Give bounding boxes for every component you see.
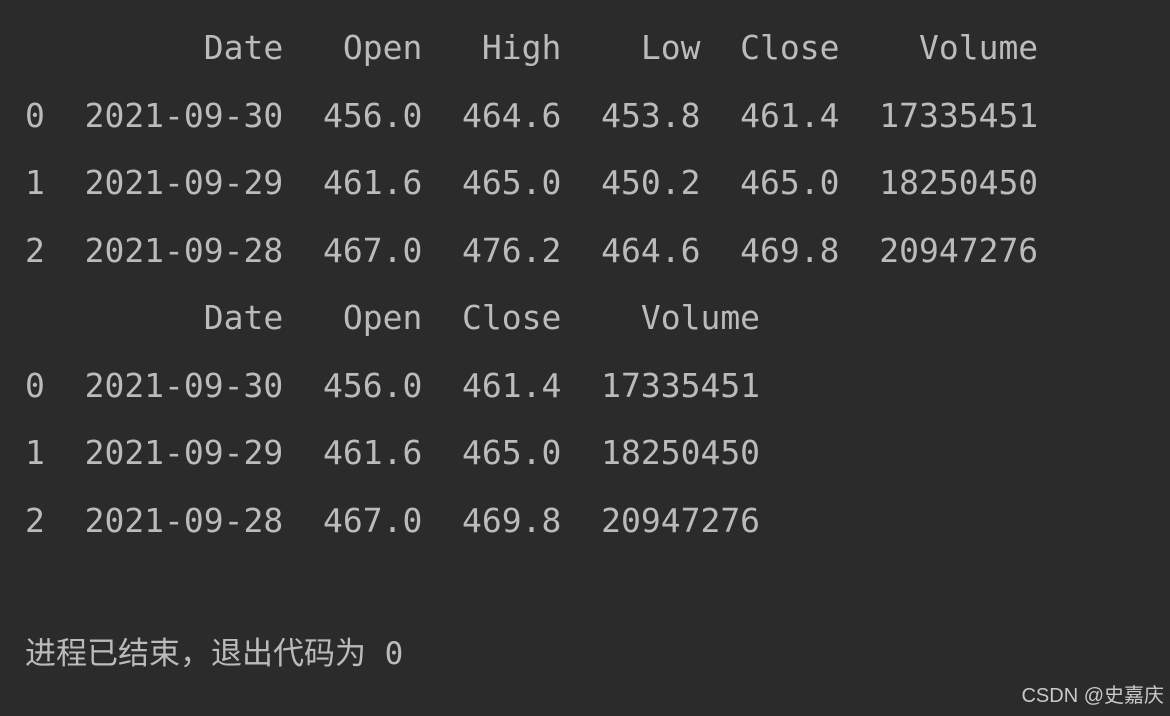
table-cell: 2021-09-30 — [84, 365, 284, 405]
table-cell: 2021-09-29 — [84, 163, 284, 202]
table-cell: 461.4 — [462, 365, 562, 405]
table-cell: 2021-09-28 — [84, 500, 284, 540]
process-exit-message: 进程已结束，退出代码为 0 — [25, 636, 404, 672]
table-cell: 461.6 — [322, 433, 423, 472]
table-cell: 464.6 — [462, 95, 562, 135]
table-cell: 453.8 — [601, 95, 701, 135]
table-cell: 2 — [25, 230, 45, 270]
column-header: High — [481, 28, 562, 67]
table-cell: 464.6 — [601, 230, 701, 270]
table-cell: 476.2 — [462, 230, 562, 270]
table-cell: 465.0 — [740, 163, 840, 202]
column-header — [25, 14, 45, 82]
column-header: Open — [342, 298, 423, 337]
column-header — [25, 284, 45, 352]
table-cell: 467.0 — [322, 230, 423, 270]
table-cell: 0 — [25, 95, 45, 135]
table-cell: 469.8 — [462, 500, 562, 540]
table-cell: 2021-09-29 — [84, 433, 284, 472]
column-header: Date — [203, 28, 284, 67]
table-cell: 2021-09-28 — [84, 230, 284, 270]
table-cell: 2021-09-30 — [84, 95, 284, 135]
table-cell: 456.0 — [322, 365, 423, 405]
table-cell: 2 — [25, 500, 45, 540]
table-cell: 0 — [25, 365, 45, 405]
table-cell: 469.8 — [740, 230, 840, 270]
table-row: 2 2021-09-28 467.0 476.2 464.6 469.8 20947276 — [25, 217, 1038, 285]
table-header: Date Open Close Volume — [25, 284, 1038, 352]
table-row: 0 2021-09-30 456.0 461.4 17335451 — [25, 352, 1038, 420]
table-cell: 20947276 — [601, 500, 761, 540]
table-cell: 20947276 — [879, 230, 1039, 270]
table-cell: 465.0 — [462, 163, 562, 202]
column-header: Open — [342, 28, 423, 67]
table-cell: 17335451 — [601, 365, 761, 405]
table-cell: 465.0 — [462, 433, 562, 472]
column-header: Low — [640, 28, 701, 67]
column-header: Close — [740, 28, 840, 67]
table-row: 0 2021-09-30 456.0 464.6 453.8 461.4 17335451 — [25, 82, 1038, 150]
console-output: Date Open High Low Close Volume 0 2021-09-30 456… — [25, 14, 1038, 554]
table-cell: 18250450 — [879, 163, 1039, 202]
table-cell: 17335451 — [879, 95, 1039, 135]
column-header: Date — [203, 298, 284, 337]
table-cell: 18250450 — [601, 433, 761, 472]
table-row: 1 2021-09-29 461.6 465.0 450.2 465.0 18250450 — [25, 149, 1038, 217]
table-cell: 461.4 — [740, 95, 840, 135]
watermark: CSDN @史嘉庆 — [1021, 685, 1164, 707]
table-header: Date Open High Low Close Volume — [25, 14, 1038, 82]
table-cell: 450.2 — [601, 163, 701, 202]
column-header: Volume — [640, 298, 761, 337]
table-cell: 456.0 — [322, 95, 423, 135]
column-header: Close — [462, 298, 562, 337]
table-row: 2 2021-09-28 467.0 469.8 20947276 — [25, 487, 1038, 555]
column-header: Volume — [918, 28, 1039, 67]
table-cell: 461.6 — [322, 163, 423, 202]
table-cell: 467.0 — [322, 500, 423, 540]
table-row: 1 2021-09-29 461.6 465.0 18250450 — [25, 419, 1038, 487]
table-cell: 1 — [25, 433, 45, 472]
table-cell: 1 — [25, 163, 45, 202]
